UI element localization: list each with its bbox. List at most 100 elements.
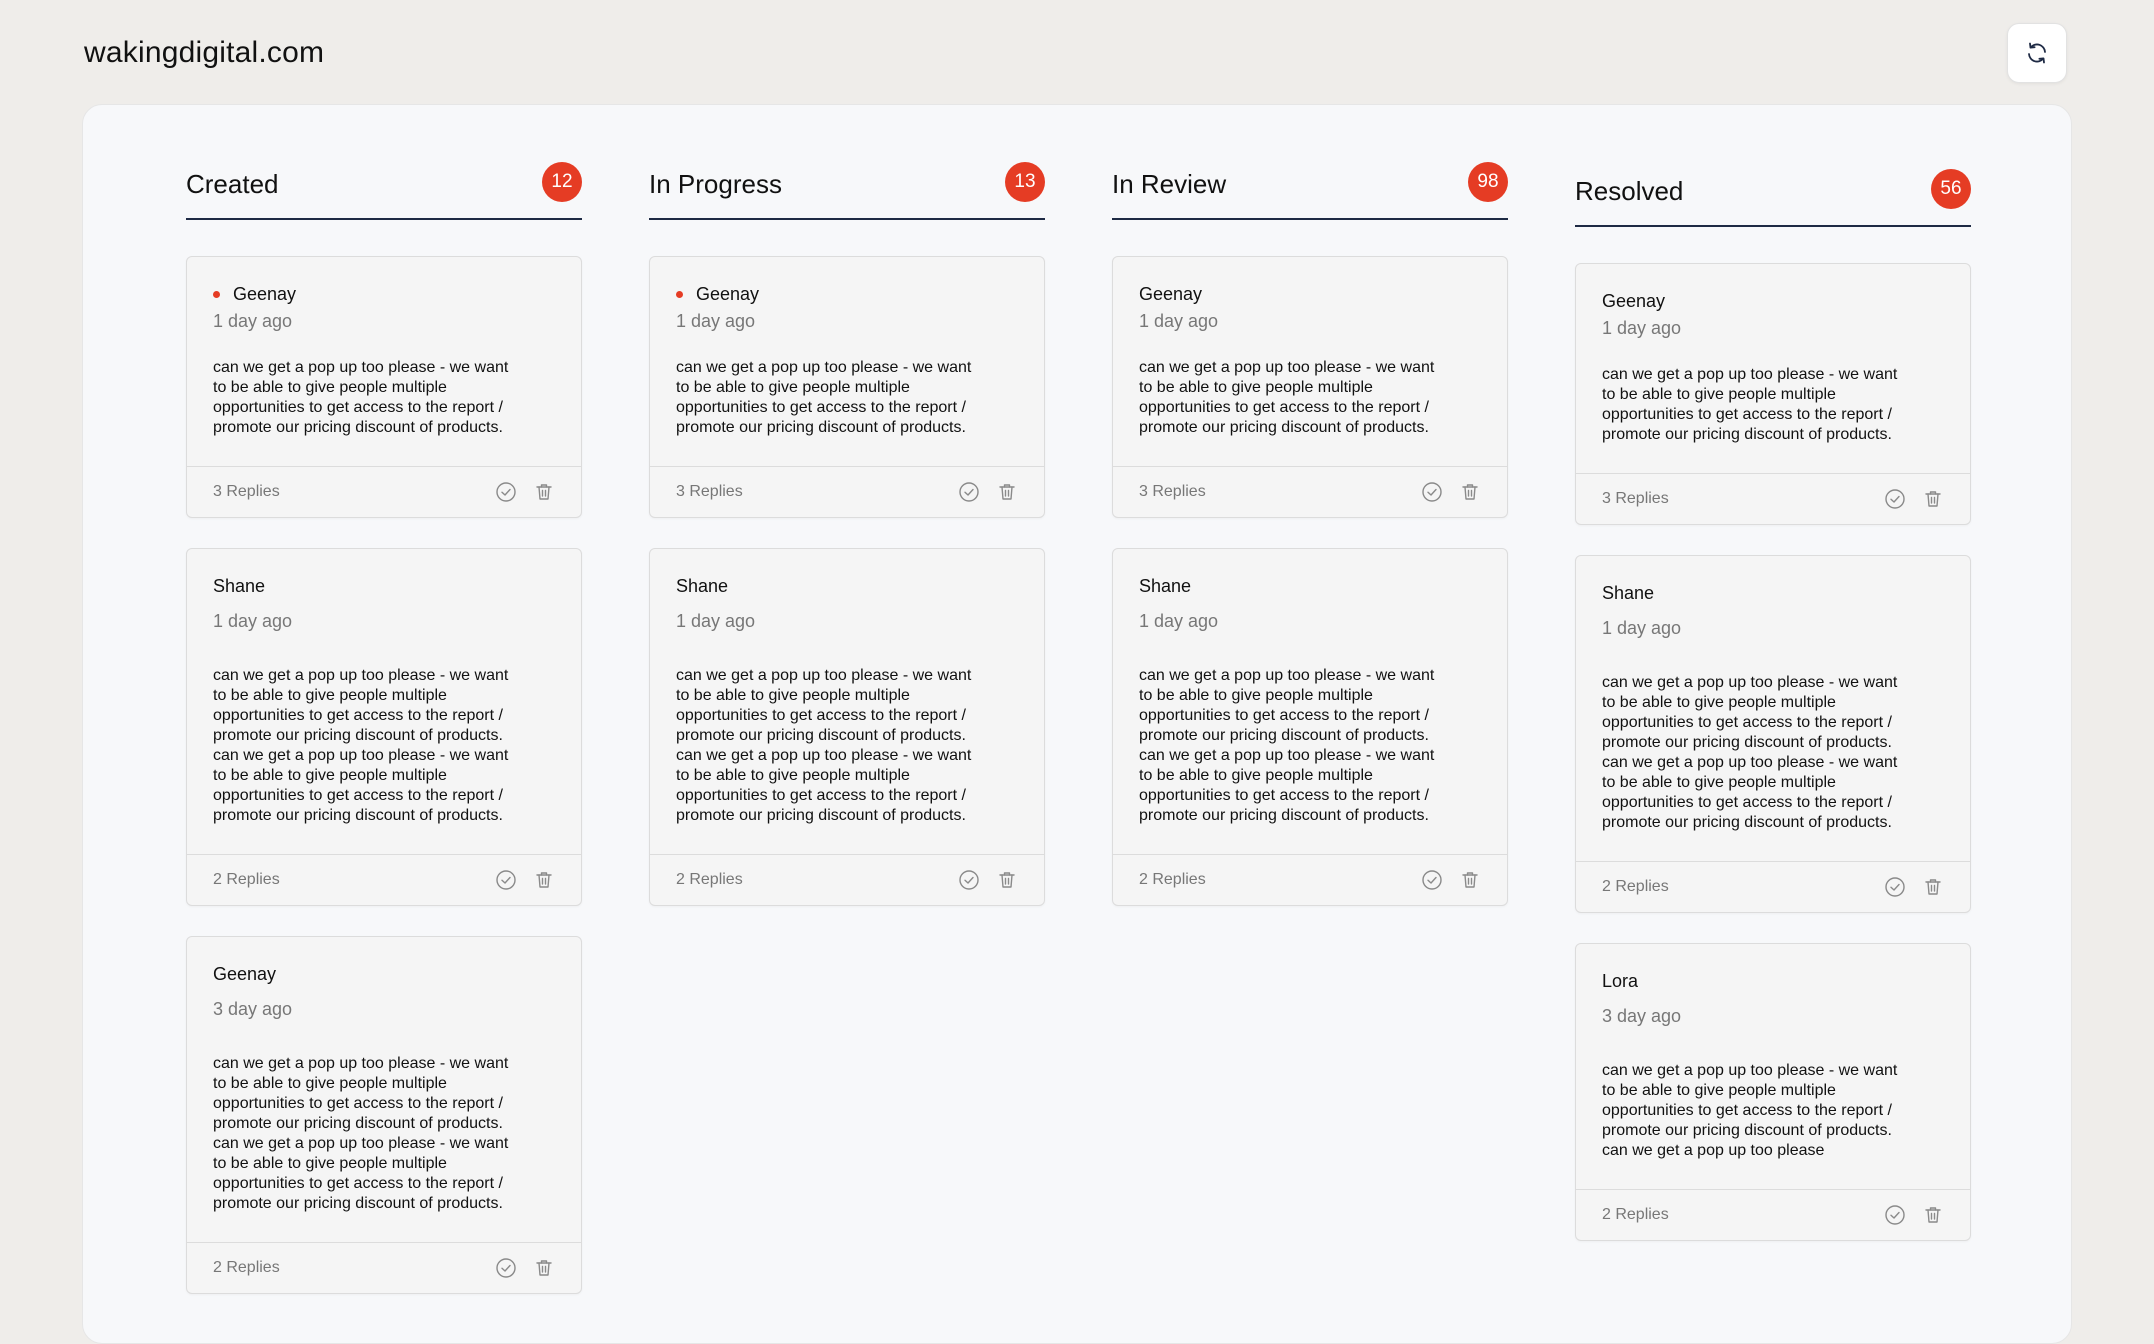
card-author-row: Shane — [1602, 580, 1944, 606]
card-body: Geenay 3 day ago can we get a pop up too… — [187, 937, 581, 1242]
card-actions — [495, 1257, 555, 1279]
trash-icon[interactable] — [533, 869, 555, 891]
card-message: can we get a pop up too please - we want… — [1139, 667, 1435, 824]
trash-icon[interactable] — [1922, 876, 1944, 898]
card-author: Shane — [1139, 575, 1192, 596]
card-replies[interactable]: 2 Replies — [213, 1259, 280, 1277]
card-list: Geenay 1 day ago can we get a pop up too… — [1112, 256, 1508, 906]
card-footer: 3 Replies — [1576, 473, 1970, 524]
card-message: can we get a pop up too please - we want… — [213, 359, 509, 436]
card-footer: 3 Replies — [1113, 466, 1507, 517]
feedback-card[interactable]: Shane 1 day ago can we get a pop up too … — [1575, 555, 1971, 913]
column-title: In Review — [1112, 169, 1227, 199]
feedback-card[interactable]: Lora 3 day ago can we get a pop up too p… — [1575, 943, 1971, 1241]
card-replies[interactable]: 3 Replies — [676, 483, 743, 501]
card-actions — [958, 481, 1018, 503]
card-message: can we get a pop up too please - we want… — [213, 1055, 509, 1212]
card-actions — [495, 481, 555, 503]
card-body: Shane 1 day ago can we get a pop up too … — [650, 549, 1044, 854]
card-author-row: Shane — [676, 573, 1018, 599]
check-circle-icon[interactable] — [958, 481, 980, 503]
check-circle-icon[interactable] — [1884, 1204, 1906, 1226]
board-column-2: In Review 98 Geenay 1 day ago can we get… — [1112, 146, 1508, 906]
card-replies[interactable]: 2 Replies — [676, 871, 743, 889]
card-author: Geenay — [233, 283, 297, 304]
feedback-card[interactable]: Geenay 1 day ago can we get a pop up too… — [1575, 263, 1971, 525]
card-actions — [958, 869, 1018, 891]
card-author: Shane — [213, 575, 266, 596]
column-title: Created — [186, 169, 279, 199]
check-circle-icon[interactable] — [1421, 869, 1443, 891]
trash-icon[interactable] — [533, 481, 555, 503]
feedback-card[interactable]: Shane 1 day ago can we get a pop up too … — [649, 548, 1045, 906]
check-circle-icon[interactable] — [958, 869, 980, 891]
card-time: 1 day ago — [1139, 311, 1219, 331]
feedback-card[interactable]: Geenay 3 day ago can we get a pop up too… — [186, 936, 582, 1294]
card-list: Geenay 1 day ago can we get a pop up too… — [649, 256, 1045, 906]
trash-icon[interactable] — [1459, 481, 1481, 503]
card-author-row: Shane — [213, 573, 555, 599]
column-header: Resolved 56 — [1575, 153, 1971, 227]
check-circle-icon[interactable] — [495, 481, 517, 503]
card-replies[interactable]: 3 Replies — [1602, 490, 1669, 508]
card-replies[interactable]: 3 Replies — [1139, 483, 1206, 501]
card-time: 1 day ago — [1602, 318, 1682, 338]
card-body: Geenay 1 day ago can we get a pop up too… — [650, 257, 1044, 466]
check-circle-icon[interactable] — [495, 1257, 517, 1279]
card-time: 1 day ago — [213, 311, 293, 331]
card-author-row: Geenay — [1139, 281, 1481, 307]
card-author-row: Shane — [1139, 573, 1481, 599]
card-body: Lora 3 day ago can we get a pop up too p… — [1576, 944, 1970, 1189]
card-replies[interactable]: 2 Replies — [213, 871, 280, 889]
trash-icon[interactable] — [996, 481, 1018, 503]
feedback-card[interactable]: Geenay 1 day ago can we get a pop up too… — [1112, 256, 1508, 518]
check-circle-icon[interactable] — [1884, 488, 1906, 510]
column-count-badge: 12 — [542, 162, 582, 202]
card-replies[interactable]: 3 Replies — [213, 483, 280, 501]
board-column-0: Created 12 Geenay 1 day ago can we get a… — [186, 146, 582, 1294]
feedback-card[interactable]: Geenay 1 day ago can we get a pop up too… — [649, 256, 1045, 518]
card-actions — [1884, 488, 1944, 510]
card-actions — [1421, 869, 1481, 891]
card-body: Shane 1 day ago can we get a pop up too … — [1113, 549, 1507, 854]
check-circle-icon[interactable] — [495, 869, 517, 891]
check-circle-icon[interactable] — [1884, 876, 1906, 898]
card-replies[interactable]: 2 Replies — [1602, 1206, 1669, 1224]
trash-icon[interactable] — [533, 1257, 555, 1279]
check-circle-icon[interactable] — [1421, 481, 1443, 503]
card-message: can we get a pop up too please - we want… — [1602, 366, 1898, 443]
card-author: Geenay — [1139, 283, 1203, 304]
card-message: can we get a pop up too please - we want… — [676, 667, 972, 824]
feedback-card[interactable]: Shane 1 day ago can we get a pop up too … — [1112, 548, 1508, 906]
card-time: 3 day ago — [213, 999, 293, 1019]
feedback-card[interactable]: Shane 1 day ago can we get a pop up too … — [186, 548, 582, 906]
trash-icon[interactable] — [1459, 869, 1481, 891]
card-author: Lora — [1602, 970, 1639, 991]
card-author-row: Geenay — [213, 281, 555, 307]
feedback-card[interactable]: Geenay 1 day ago can we get a pop up too… — [186, 256, 582, 518]
card-author: Shane — [1602, 582, 1655, 603]
refresh-button[interactable] — [2007, 23, 2067, 83]
card-actions — [1421, 481, 1481, 503]
card-body: Shane 1 day ago can we get a pop up too … — [187, 549, 581, 854]
card-replies[interactable]: 2 Replies — [1602, 878, 1669, 896]
column-count-badge: 56 — [1931, 169, 1971, 209]
card-footer: 2 Replies — [1576, 1189, 1970, 1240]
unread-dot — [213, 290, 220, 298]
card-footer: 2 Replies — [187, 1242, 581, 1293]
card-time: 1 day ago — [676, 311, 756, 331]
refresh-icon — [2025, 41, 2049, 65]
trash-icon[interactable] — [1922, 488, 1944, 510]
column-count-badge: 13 — [1005, 162, 1045, 202]
card-time: 1 day ago — [676, 611, 756, 631]
column-header: Created 12 — [186, 146, 582, 220]
card-time: 1 day ago — [213, 611, 293, 631]
card-list: Geenay 1 day ago can we get a pop up too… — [186, 256, 582, 1294]
trash-icon[interactable] — [1922, 1204, 1944, 1226]
card-replies[interactable]: 2 Replies — [1139, 871, 1206, 889]
unread-dot — [676, 290, 683, 298]
column-header: In Review 98 — [1112, 146, 1508, 220]
column-header: In Progress 13 — [649, 146, 1045, 220]
card-footer: 2 Replies — [187, 854, 581, 905]
trash-icon[interactable] — [996, 869, 1018, 891]
